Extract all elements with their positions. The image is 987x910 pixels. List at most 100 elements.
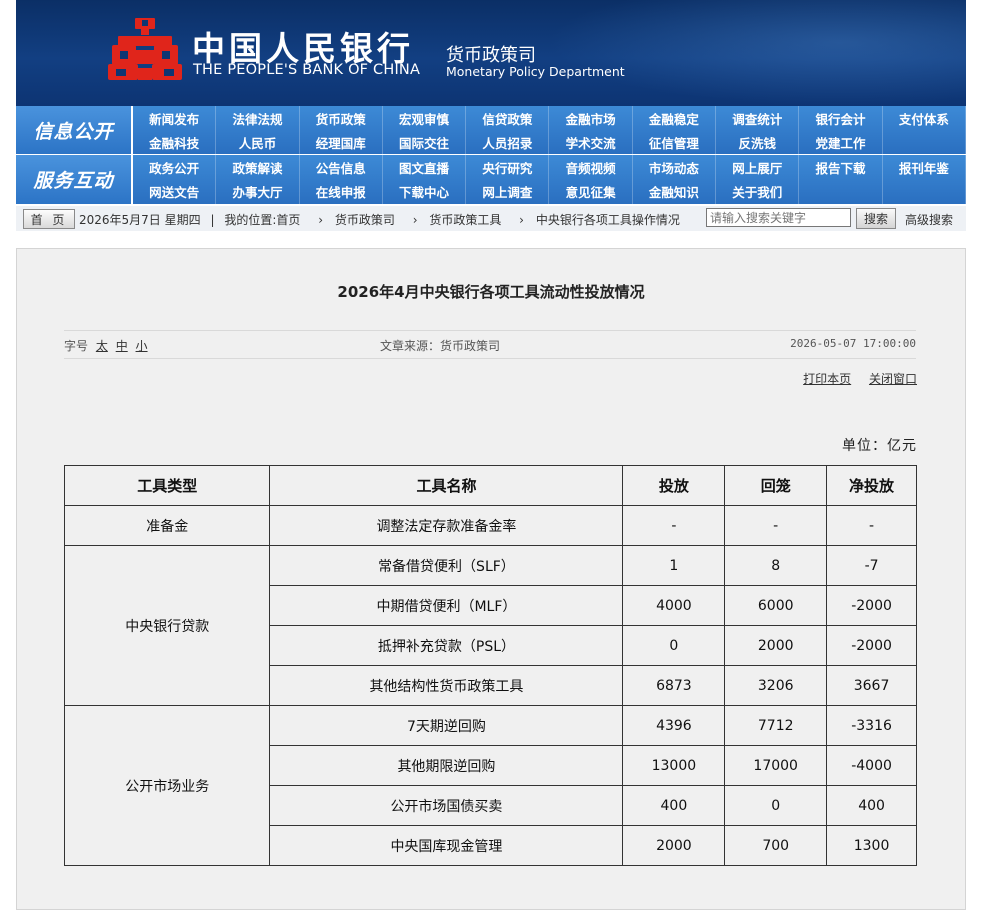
nav-service-item[interactable]: 图文直播 [383, 155, 467, 180]
withdrawal-cell: 6000 [724, 585, 828, 626]
withdrawal-cell: 7712 [724, 705, 828, 746]
font-size-small[interactable]: 小 [136, 339, 148, 353]
location-label[interactable]: 我的位置:首页 [224, 213, 300, 227]
tool-name-cell: 公开市场国债买卖 [269, 785, 624, 826]
advanced-search-link[interactable]: 高级搜索 [905, 211, 953, 228]
tool-name-cell: 其他期限逆回购 [269, 745, 624, 786]
home-button[interactable]: 首 页 [23, 209, 75, 229]
withdrawal-cell: 17000 [724, 745, 828, 786]
nav-info-item [883, 130, 966, 154]
nav-info-item[interactable]: 货币政策 [300, 106, 383, 130]
injection-cell: 1 [622, 545, 726, 586]
nav-service-item[interactable]: 央行研究 [466, 155, 550, 180]
tool-type-cell: 准备金 [63, 505, 271, 546]
breadcrumb: 2026年5月7日 星期四 | 我的位置:首页 › 货币政策司 › 货币政策工具… [79, 211, 686, 228]
nav-service-item[interactable]: 意见征集 [549, 179, 633, 204]
nav-info-item[interactable]: 银行会计 [799, 106, 883, 130]
table-header-cell: 净投放 [826, 465, 917, 506]
net-injection-cell: 400 [826, 785, 917, 826]
current-date: 2026年5月7日 星期四 [79, 213, 201, 227]
pboc-logo-icon[interactable] [108, 16, 182, 86]
nav-info-item[interactable]: 经理国库 [300, 130, 383, 154]
injection-cell: 4396 [622, 705, 726, 746]
nav-info-item[interactable]: 征信管理 [633, 130, 717, 154]
nav-info-item[interactable]: 学术交流 [549, 130, 633, 154]
breadcrumb-item-current[interactable]: 中央银行各项工具操作情况 [536, 213, 680, 227]
nav-info-label: 信息公开 [16, 106, 131, 154]
breadcrumb-bar: 首 页 2026年5月7日 星期四 | 我的位置:首页 › 货币政策司 › 货币… [16, 206, 966, 231]
breadcrumb-item[interactable]: 货币政策司 [335, 213, 395, 227]
nav-info-public: 信息公开 新闻发布 法律法规 货币政策 宏观审慎 信贷政策 金融市场 金融稳定 调查统计 银行会… [16, 106, 966, 154]
nav-service-item[interactable]: 金融知识 [633, 179, 717, 204]
net-injection-cell: -3316 [826, 705, 917, 746]
nav-service-item[interactable]: 报刊年鉴 [883, 155, 966, 180]
nav-info-item[interactable]: 支付体系 [883, 106, 966, 130]
nav-info-item[interactable]: 信贷政策 [466, 106, 550, 130]
article-panel: 2026年4月中央银行各项工具流动性投放情况 字号 太 中 小 文章来源：货币政… [16, 248, 966, 910]
department-name-en: Monetary Policy Department [446, 64, 625, 79]
tool-name-cell: 常备借贷便利（SLF） [269, 545, 624, 586]
nav-service-item[interactable]: 音频视频 [549, 155, 633, 180]
withdrawal-cell: 8 [724, 545, 828, 586]
nav-service-item[interactable]: 网送文告 [133, 179, 217, 204]
withdrawal-cell: 3206 [724, 665, 828, 706]
publish-date: 2026-05-07 17:00:00 [790, 337, 916, 350]
nav-info-item[interactable]: 宏观审慎 [383, 106, 467, 130]
nav-info-item[interactable]: 金融市场 [549, 106, 633, 130]
nav-info-item[interactable]: 法律法规 [216, 106, 300, 130]
table-header-cell: 工具类型 [63, 465, 271, 506]
nav-info-item[interactable]: 国际交往 [383, 130, 467, 154]
article-source: 文章来源：货币政策司 [380, 339, 501, 353]
net-injection-cell: 3667 [826, 665, 917, 706]
nav-info-item[interactable]: 金融稳定 [633, 106, 717, 130]
injection-cell: 6873 [622, 665, 726, 706]
article-actions: 打印本页 关闭窗口 [789, 370, 917, 387]
print-page-link[interactable]: 打印本页 [803, 372, 851, 386]
nav-info-item[interactable]: 调查统计 [716, 106, 800, 130]
tool-name-cell: 中央国库现金管理 [269, 825, 624, 866]
close-window-link[interactable]: 关闭窗口 [869, 372, 917, 386]
table-header-row: 工具类型 工具名称 投放 回笼 净投放 [63, 465, 917, 506]
net-injection-cell: 1300 [826, 825, 917, 866]
tool-name-cell: 7天期逆回购 [269, 705, 624, 746]
nav-service-item[interactable]: 在线申报 [300, 179, 383, 204]
nav-info-item[interactable]: 金融科技 [133, 130, 217, 154]
breadcrumb-item[interactable]: 货币政策工具 [429, 213, 501, 227]
injection-cell: 0 [622, 625, 726, 666]
nav-service-item[interactable]: 网上调查 [466, 179, 550, 204]
injection-cell: 13000 [622, 745, 726, 786]
nav-service-item[interactable]: 市场动态 [633, 155, 717, 180]
bank-name-en: THE PEOPLE'S BANK OF CHINA [193, 62, 421, 78]
net-injection-cell: - [826, 505, 917, 546]
article-meta-bar: 字号 太 中 小 文章来源：货币政策司 2026-05-07 17:00:00 [64, 330, 916, 359]
tool-name-cell: 中期借贷便利（MLF） [269, 585, 624, 626]
nav-info-item[interactable]: 反洗钱 [716, 130, 800, 154]
nav-service-item[interactable]: 网上展厅 [716, 155, 800, 180]
search-button[interactable]: 搜索 [856, 208, 896, 229]
withdrawal-cell: - [724, 505, 828, 546]
nav-service-item[interactable]: 公告信息 [300, 155, 383, 180]
table-header-cell: 工具名称 [269, 465, 624, 506]
nav-service-item[interactable]: 关于我们 [716, 179, 800, 204]
nav-service-item[interactable]: 下载中心 [383, 179, 467, 204]
breadcrumb-separator: | [210, 213, 215, 227]
nav-service-item[interactable]: 政务公开 [133, 155, 217, 180]
nav-info-item[interactable]: 人员招录 [466, 130, 550, 154]
font-size-large[interactable]: 太 [96, 339, 108, 353]
chevron-right-icon: › [412, 213, 418, 227]
search-input[interactable] [706, 208, 851, 227]
net-injection-cell: -2000 [826, 585, 917, 626]
nav-info-item[interactable]: 人民币 [216, 130, 300, 154]
tool-name-cell: 调整法定存款准备金率 [269, 505, 624, 546]
font-size-medium[interactable]: 中 [116, 339, 128, 353]
nav-info-item[interactable]: 党建工作 [799, 130, 883, 154]
nav-service-item[interactable]: 办事大厅 [216, 179, 300, 204]
nav-info-item[interactable]: 新闻发布 [133, 106, 217, 130]
tool-name-cell: 其他结构性货币政策工具 [269, 665, 624, 706]
injection-cell: - [622, 505, 726, 546]
nav-service-grid: 政务公开 政策解读 公告信息 图文直播 央行研究 音频视频 市场动态 网上展厅 报告下载 报刊年鉴… [133, 155, 966, 204]
table-row: 中央银行贷款 常备借贷便利（SLF） 1 8 -7 [63, 545, 917, 706]
nav-info-grid: 新闻发布 法律法规 货币政策 宏观审慎 信贷政策 金融市场 金融稳定 调查统计 银行会计 支付体系… [133, 106, 966, 154]
nav-service-item[interactable]: 报告下载 [799, 155, 883, 180]
nav-service-item[interactable]: 政策解读 [216, 155, 300, 180]
